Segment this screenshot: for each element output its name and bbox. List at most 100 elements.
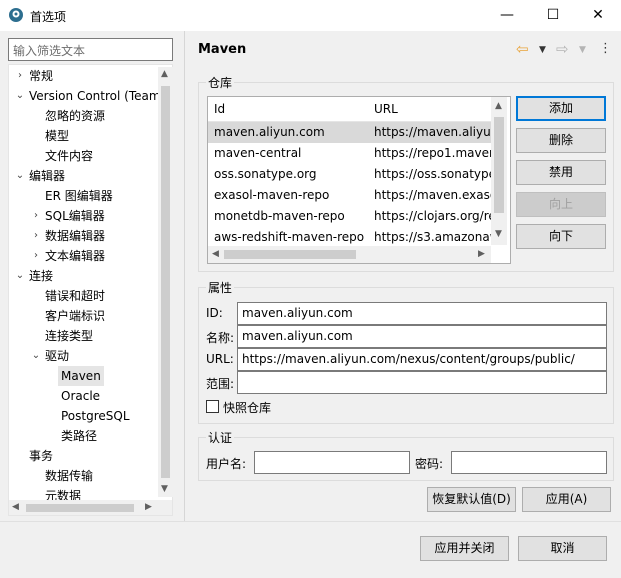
tree-item[interactable]: ⌄ 连接 <box>9 266 159 286</box>
snapshot-checkbox[interactable] <box>206 400 219 413</box>
tree-item[interactable]: Oracle <box>9 386 159 406</box>
tree-item[interactable]: › 数据编辑器 <box>9 226 159 246</box>
vertical-dots-icon[interactable]: ⋮ <box>599 41 612 56</box>
cell-url: https://repo1.maven.org <box>374 146 498 160</box>
minimize-icon[interactable]: — <box>484 0 530 31</box>
tree-item-label: 错误和超时 <box>45 289 106 303</box>
repository-table[interactable]: Id URL maven.aliyun.com https://maven.ali… <box>207 96 511 264</box>
maximize-icon[interactable]: ☐ <box>530 0 576 31</box>
tree-item-label: 模型 <box>45 129 70 143</box>
table-row[interactable]: aws-redshift-maven-repo https://s3.amazon… <box>208 227 498 248</box>
scroll-down-icon[interactable]: ▼ <box>495 229 502 239</box>
restore-defaults-button[interactable]: 恢复默认值(D) <box>427 487 516 512</box>
table-row[interactable]: maven-central https://repo1.maven.org <box>208 143 498 164</box>
move-up-button[interactable]: 向上 <box>516 192 606 217</box>
scroll-up-icon[interactable]: ▲ <box>495 101 502 111</box>
add-button[interactable]: 添加 <box>516 96 606 121</box>
cell-id: maven-central <box>214 146 302 160</box>
username-field[interactable] <box>254 451 410 474</box>
tree-item-label: 文本编辑器 <box>45 249 106 263</box>
forward-dropdown-icon[interactable]: ▼ <box>579 45 586 55</box>
tree-item-label: 连接类型 <box>45 329 94 343</box>
url-field[interactable]: https://maven.aliyun.com/nexus/content/g… <box>237 348 607 371</box>
forward-arrow-icon[interactable]: ⇨ <box>556 40 569 58</box>
tree-item-label: 忽略的资源 <box>45 109 106 123</box>
apply-button[interactable]: 应用(A) <box>522 487 611 512</box>
tree-vertical-thumb[interactable] <box>161 86 170 478</box>
tree-item-label: 类路径 <box>61 429 98 443</box>
scroll-right-icon[interactable]: ▶ <box>145 502 152 512</box>
auth-group-label: 认证 <box>206 429 235 446</box>
tree-item[interactable]: 连接类型 <box>9 326 159 346</box>
id-field[interactable]: maven.aliyun.com <box>237 302 607 325</box>
table-row[interactable]: exasol-maven-repo https://maven.exasol.co… <box>208 185 498 206</box>
cell-id: exasol-maven-repo <box>214 188 330 202</box>
scope-label: 范围: <box>206 377 235 391</box>
table-row[interactable]: maven.aliyun.com https://maven.aliyun.com <box>208 122 498 143</box>
scroll-down-icon[interactable]: ▼ <box>161 484 168 494</box>
tree-item[interactable]: › 文本编辑器 <box>9 246 159 266</box>
tree-item[interactable]: 模型 <box>9 126 159 146</box>
scroll-up-icon[interactable]: ▲ <box>161 69 168 79</box>
cell-id: maven.aliyun.com <box>214 125 325 139</box>
tree-item[interactable]: ⌄ 编辑器 <box>9 166 159 186</box>
apply-and-close-button[interactable]: 应用并关闭 <box>420 536 509 561</box>
expand-arrow-icon[interactable]: › <box>31 246 41 266</box>
tree-item[interactable]: PostgreSQL <box>9 406 159 426</box>
preferences-tree[interactable]: › 常规 ⌄ Version Control (Team) 忽略的资源模型文件内容 ⌄ 编辑… <box>8 64 173 516</box>
collapse-arrow-icon[interactable]: ⌄ <box>15 86 25 106</box>
tree-item[interactable]: ⌄ Version Control (Team) <box>9 86 165 106</box>
close-icon[interactable]: ✕ <box>575 0 621 31</box>
tree-item-label: PostgreSQL <box>61 409 130 423</box>
column-header-id[interactable]: Id <box>208 97 375 122</box>
tree-item[interactable]: 客户端标识 <box>9 306 159 326</box>
tree-item-label: 常规 <box>29 69 54 83</box>
expand-arrow-icon[interactable]: › <box>31 206 41 226</box>
tree-item[interactable]: › SQL编辑器 <box>9 206 159 226</box>
snapshot-label[interactable]: 快照仓库 <box>223 399 271 416</box>
tree-item-label: 数据传输 <box>45 469 94 483</box>
tree-item[interactable]: Maven <box>9 366 159 386</box>
filter-input[interactable]: 输入筛选文本 <box>8 38 173 61</box>
tree-item-label: 连接 <box>29 269 54 283</box>
column-header-url[interactable]: URL <box>368 97 505 122</box>
tree-item[interactable]: ⌄ 驱动 <box>9 346 159 366</box>
table-vertical-thumb[interactable] <box>494 117 504 213</box>
tree-horizontal-thumb[interactable] <box>26 504 134 512</box>
delete-button[interactable]: 删除 <box>516 128 606 153</box>
table-row[interactable]: monetdb-maven-repo https://clojars.org/re… <box>208 206 498 227</box>
disable-button[interactable]: 禁用 <box>516 160 606 185</box>
back-dropdown-icon[interactable]: ▼ <box>539 45 546 55</box>
scroll-right-icon[interactable]: ▶ <box>478 249 485 259</box>
move-down-button[interactable]: 向下 <box>516 224 606 249</box>
tree-item[interactable]: ER 图编辑器 <box>9 186 159 206</box>
name-field[interactable]: maven.aliyun.com <box>237 325 607 348</box>
tree-item[interactable]: 类路径 <box>9 426 159 446</box>
tree-item[interactable]: › 常规 <box>9 66 159 86</box>
tree-item-label: 事务 <box>29 449 54 463</box>
scroll-left-icon[interactable]: ◀ <box>12 502 19 512</box>
tree-item[interactable]: 错误和超时 <box>9 286 159 306</box>
scroll-left-icon[interactable]: ◀ <box>212 249 219 259</box>
table-row[interactable]: oss.sonatype.org https://oss.sonatype.org <box>208 164 498 185</box>
tree-item[interactable]: 文件内容 <box>9 146 159 166</box>
tree-item-label: 数据编辑器 <box>45 229 106 243</box>
tree-item-label: SQL编辑器 <box>45 209 105 223</box>
scope-field[interactable] <box>237 371 607 394</box>
collapse-arrow-icon[interactable]: ⌄ <box>15 266 25 286</box>
table-horizontal-thumb[interactable] <box>224 250 356 259</box>
tree-item-label: Maven <box>58 366 104 386</box>
expand-arrow-icon[interactable]: › <box>31 226 41 246</box>
collapse-arrow-icon[interactable]: ⌄ <box>31 346 41 366</box>
tree-item-label: 客户端标识 <box>45 309 106 323</box>
password-field[interactable] <box>451 451 607 474</box>
cell-url: https://maven.exasol.com <box>374 188 498 202</box>
expand-arrow-icon[interactable]: › <box>15 66 25 86</box>
username-label: 用户名: <box>206 457 247 471</box>
collapse-arrow-icon[interactable]: ⌄ <box>15 166 25 186</box>
tree-item[interactable]: 数据传输 <box>9 466 159 486</box>
cancel-button[interactable]: 取消 <box>518 536 607 561</box>
back-arrow-icon[interactable]: ⇦ <box>516 40 529 58</box>
tree-item[interactable]: 忽略的资源 <box>9 106 159 126</box>
tree-item[interactable]: 事务 <box>9 446 159 466</box>
